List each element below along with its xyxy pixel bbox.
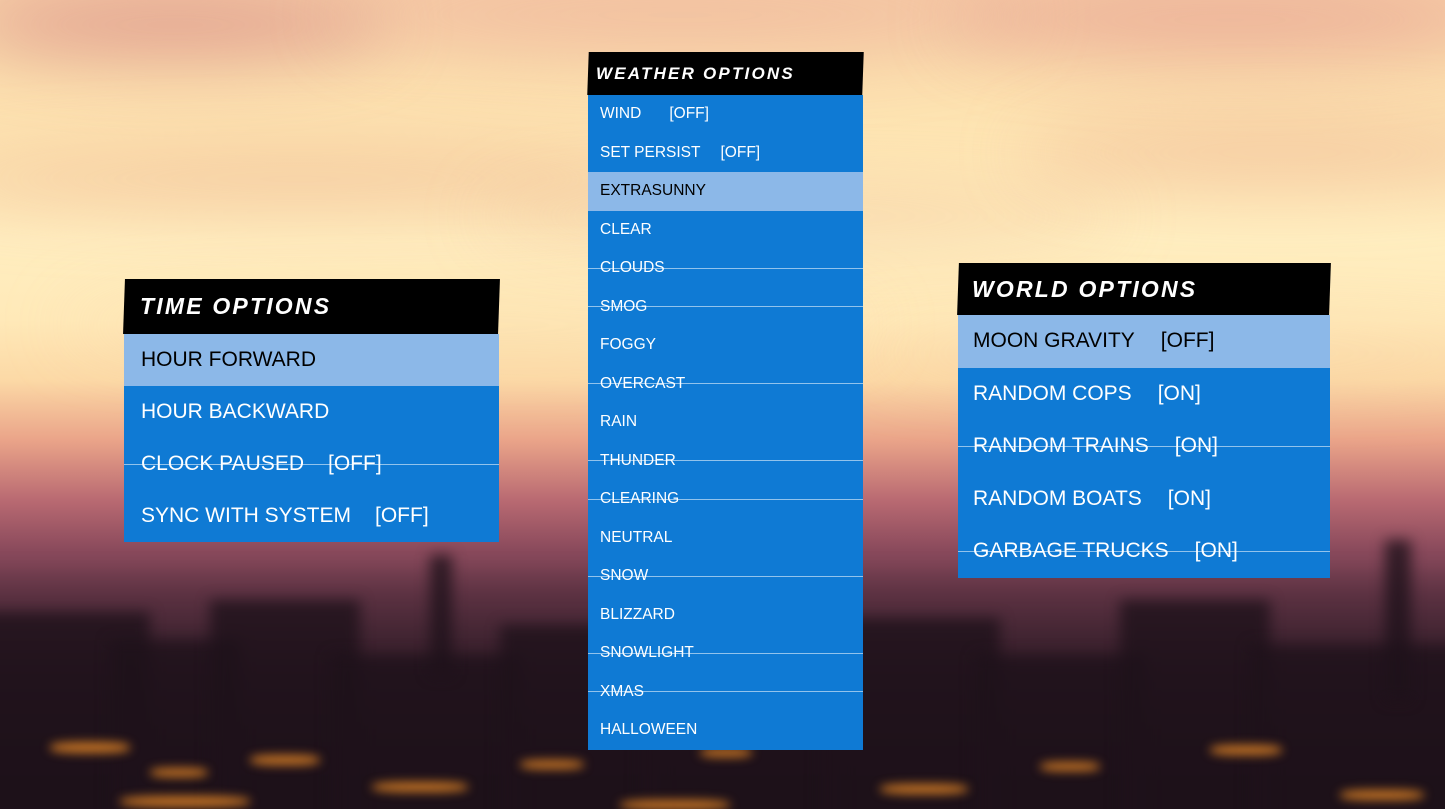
- street-light: [520, 760, 584, 769]
- row-separator: [124, 463, 499, 465]
- menu-item-wind[interactable]: WIND [OFF]: [588, 95, 863, 134]
- time-options-list: HOUR FORWARD HOUR BACKWARD CLOCK PAUSED [OF…: [124, 334, 499, 542]
- row-separator: [588, 383, 863, 385]
- world-options-title: WORLD OPTIONS: [972, 275, 1198, 302]
- row-separator: [588, 267, 863, 269]
- menu-item-random-boats[interactable]: RANDOM BOATS [ON]: [958, 472, 1330, 525]
- world-options-header: WORLD OPTIONS: [957, 263, 1331, 315]
- menu-item-value: [OFF]: [375, 504, 429, 527]
- time-options-panel: TIME OPTIONS HOUR FORWARD HOUR BACKWARD CL…: [123, 279, 500, 542]
- menu-item-value: [OFF]: [720, 143, 761, 161]
- street-light: [150, 768, 208, 777]
- menu-item-halloween[interactable]: HALLOWEEN: [588, 711, 863, 750]
- menu-item-thunder[interactable]: THUNDER: [588, 441, 863, 480]
- menu-item-snow[interactable]: SNOW: [588, 557, 863, 596]
- street-light: [1210, 745, 1282, 755]
- menu-item-label: RANDOM COPS: [973, 381, 1132, 405]
- menu-item-label: BLIZZARD: [600, 605, 675, 623]
- tower-silhouette: [1385, 540, 1411, 700]
- menu-item-value: [ON]: [1167, 486, 1211, 510]
- menu-item-label: HOUR BACKWARD: [141, 400, 330, 423]
- menu-item-garbage-trucks[interactable]: GARBAGE TRUCKS [ON]: [958, 525, 1330, 578]
- building-silhouette: [1120, 600, 1270, 809]
- tower-silhouette: [430, 555, 452, 675]
- time-options-header: TIME OPTIONS: [123, 279, 500, 334]
- menu-item-clouds[interactable]: CLOUDS: [588, 249, 863, 288]
- building-silhouette: [1250, 645, 1445, 809]
- menu-item-label: FOGGY: [600, 336, 656, 354]
- menu-item-random-trains[interactable]: RANDOM TRAINS [ON]: [958, 420, 1330, 473]
- row-separator: [588, 652, 863, 654]
- menu-item-label: SET PERSIST: [600, 143, 701, 161]
- menu-item-overcast[interactable]: OVERCAST: [588, 364, 863, 403]
- row-separator: [588, 460, 863, 462]
- menu-item-smog[interactable]: SMOG: [588, 287, 863, 326]
- menu-item-label: RANDOM BOATS: [973, 486, 1142, 510]
- weather-options-title: WEATHER OPTIONS: [596, 63, 795, 83]
- world-options-list: MOON GRAVITY [OFF] RANDOM COPS [ON] RANDOM T…: [958, 315, 1330, 578]
- menu-item-value: [OFF]: [669, 105, 709, 123]
- menu-item-random-cops[interactable]: RANDOM COPS [ON]: [958, 367, 1330, 420]
- street-light: [372, 782, 468, 792]
- menu-item-blizzard[interactable]: BLIZZARD: [588, 595, 863, 634]
- menu-item-neutral[interactable]: NEUTRAL: [588, 518, 863, 557]
- menu-item-label: CLEAR: [600, 220, 652, 238]
- row-separator: [588, 306, 863, 308]
- street-light: [50, 742, 130, 753]
- weather-options-header: WEATHER OPTIONS: [587, 52, 864, 95]
- menu-item-value: [ON]: [1157, 381, 1201, 405]
- street-light: [1040, 762, 1100, 771]
- menu-item-hour-backward[interactable]: HOUR BACKWARD: [124, 386, 499, 438]
- menu-item-value: [OFF]: [1160, 329, 1215, 353]
- menu-item-label: WIND: [600, 105, 642, 123]
- menu-item-label: HOUR FORWARD: [141, 348, 316, 371]
- street-light: [250, 755, 320, 765]
- menu-item-clear[interactable]: CLEAR: [588, 210, 863, 249]
- menu-item-label: RAIN: [600, 413, 638, 431]
- time-options-title: TIME OPTIONS: [140, 293, 332, 319]
- row-separator: [588, 575, 863, 577]
- menu-item-label: SYNC WITH SYSTEM: [141, 504, 352, 527]
- menu-item-xmas[interactable]: XMAS: [588, 672, 863, 711]
- menu-item-hour-forward[interactable]: HOUR FORWARD: [124, 334, 499, 386]
- menu-item-label: MOON GRAVITY: [973, 329, 1135, 353]
- street-light: [620, 800, 730, 809]
- street-light: [1340, 790, 1424, 800]
- menu-item-set-persist[interactable]: SET PERSIST [OFF]: [588, 133, 863, 172]
- menu-item-sync-with-system[interactable]: SYNC WITH SYSTEM [OFF]: [124, 490, 499, 542]
- menu-item-extrasunny[interactable]: EXTRASUNNY: [588, 172, 863, 211]
- street-light: [120, 796, 250, 807]
- menu-item-label: HALLOWEEN: [600, 721, 698, 739]
- menu-item-snowlight[interactable]: SNOWLIGHT: [588, 634, 863, 673]
- street-light: [880, 784, 968, 794]
- weather-options-panel: WEATHER OPTIONS WIND [OFF] SET PERSIST [OFF…: [587, 52, 864, 750]
- world-options-panel: WORLD OPTIONS MOON GRAVITY [OFF] RANDOM CO…: [957, 263, 1331, 578]
- row-separator: [958, 550, 1330, 552]
- menu-item-clearing[interactable]: CLEARING: [588, 480, 863, 519]
- row-separator: [588, 691, 863, 693]
- menu-item-label: NEUTRAL: [600, 528, 673, 546]
- menu-item-rain[interactable]: RAIN: [588, 403, 863, 442]
- menu-item-moon-gravity[interactable]: MOON GRAVITY [OFF]: [958, 315, 1330, 368]
- menu-item-clock-paused[interactable]: CLOCK PAUSED [OFF]: [124, 438, 499, 490]
- menu-item-label: EXTRASUNNY: [600, 182, 706, 200]
- weather-options-list: WIND [OFF] SET PERSIST [OFF] EXTRASUNNY CLEAR…: [588, 95, 863, 750]
- menu-item-foggy[interactable]: FOGGY: [588, 326, 863, 365]
- row-separator: [958, 445, 1330, 447]
- row-separator: [588, 498, 863, 500]
